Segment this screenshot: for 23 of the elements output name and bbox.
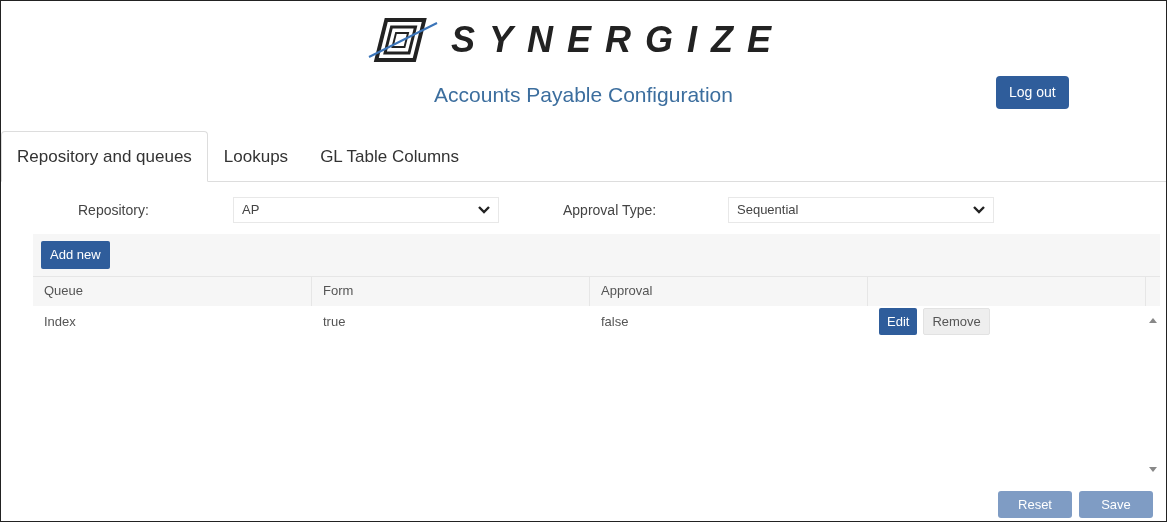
chevron-down-icon [478,206,490,214]
brand-name: SYNERGIZE [450,22,785,58]
page-title: Accounts Payable Configuration [434,82,733,108]
column-header: Approval [590,275,868,306]
logout-button[interactable]: Log out [996,76,1069,109]
table-cell-text: Index [43,312,77,331]
add-new-button[interactable]: Add new [41,241,110,269]
chevron-down-icon [973,206,985,214]
column-header: Queue [33,275,312,306]
edit-button[interactable]: Edit [879,307,918,336]
column-header: Form [312,275,590,306]
filter-label: Repository: [78,200,150,220]
filter-label: Approval Type: [563,200,658,220]
tab[interactable]: GL Table Columns [304,131,476,182]
select-field[interactable]: Sequential [728,197,994,223]
table-cell-text: false [600,312,630,331]
scroll-up-icon[interactable] [1149,317,1157,323]
table-cell-text: true [322,312,347,331]
remove-button[interactable]: Remove [923,307,990,336]
tab[interactable]: Lookups [207,131,305,182]
scroll-down-icon[interactable] [1149,467,1157,472]
select-field[interactable]: AP [233,197,499,223]
tab[interactable]: Repository and queues [1,131,208,182]
